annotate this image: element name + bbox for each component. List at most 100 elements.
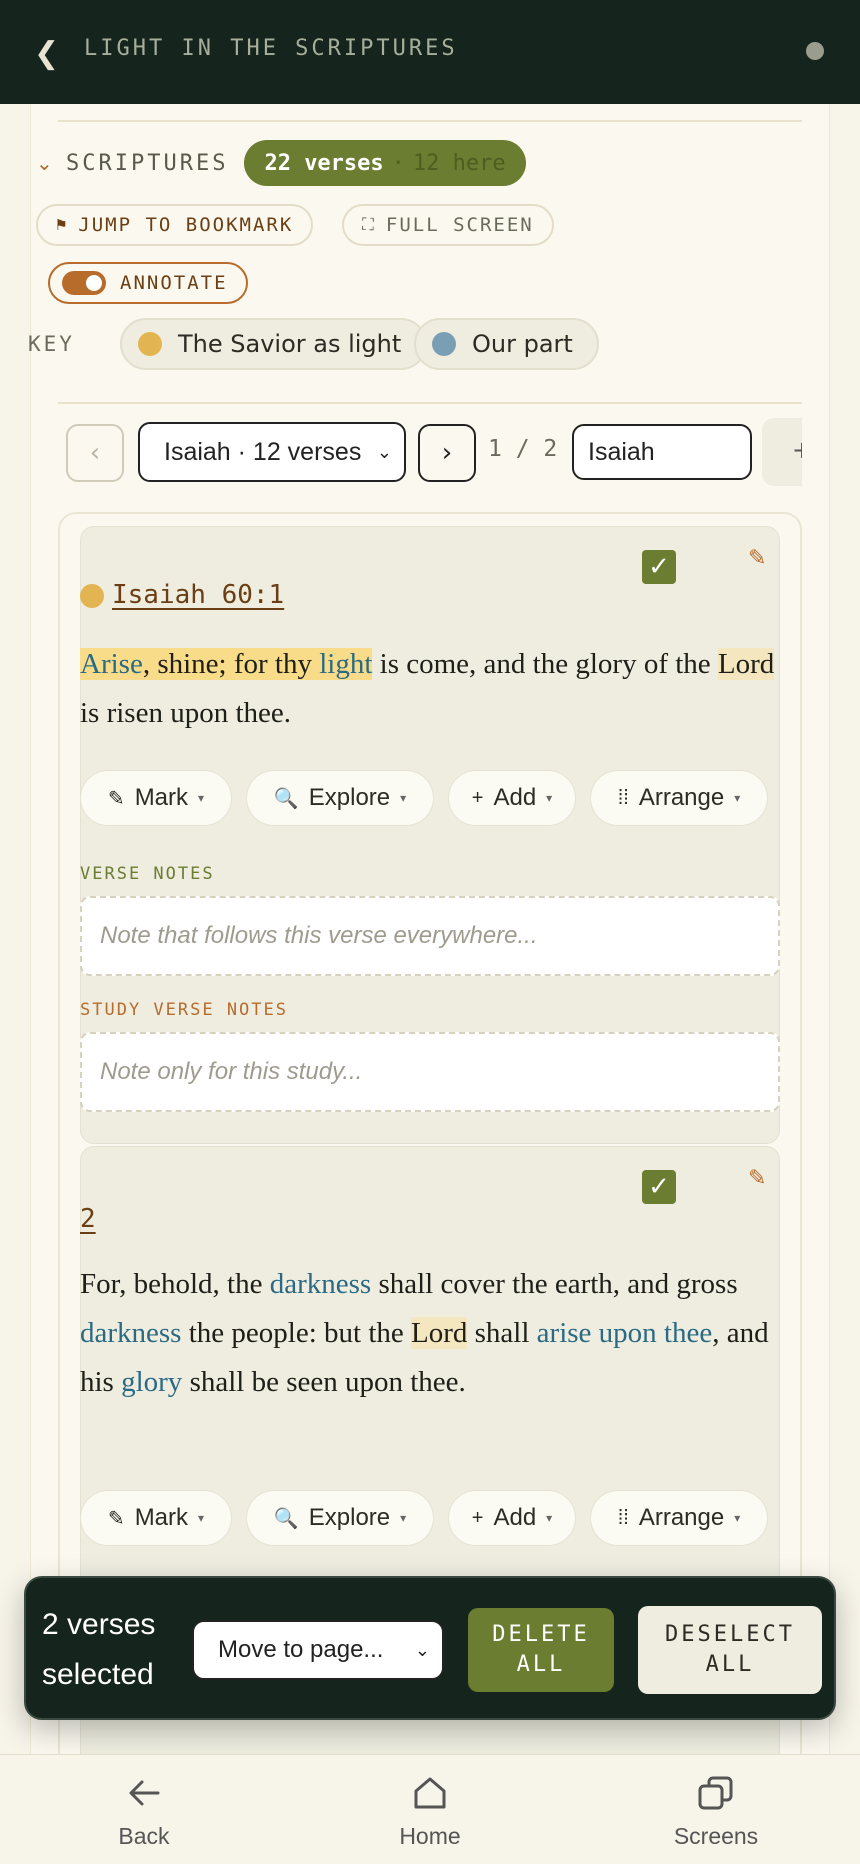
caret-down-icon: ▾ (546, 791, 553, 805)
selection-count: 2 verses selected (42, 1608, 156, 1691)
highlight-our-part[interactable]: darkness (80, 1317, 181, 1349)
screens-icon (698, 1776, 733, 1810)
prev-page-button[interactable]: ‹ (66, 424, 124, 482)
annotate-toggle[interactable]: ANNOTATE (48, 262, 248, 304)
explore-label: Explore (308, 784, 391, 811)
flag-icon: ⚑ (56, 215, 69, 235)
verse-notes-label: VERSE NOTES (80, 864, 215, 884)
highlight-our-part[interactable]: glory (121, 1366, 182, 1398)
nav-screens[interactable]: Screens (616, 1773, 816, 1850)
deselect-all-button[interactable]: DESELECT ALL (638, 1606, 822, 1694)
caret-down-icon: ▾ (546, 1511, 553, 1525)
section-title: SCRIPTURES (66, 150, 229, 176)
add-label: Add (493, 1504, 537, 1531)
pen-icon: ✎ (107, 787, 125, 810)
toggle-switch-icon[interactable] (62, 271, 106, 295)
verse-text-segment: the people: but the (181, 1317, 412, 1349)
chevron-down-icon[interactable]: ⌄ (36, 151, 66, 175)
verse-checkbox[interactable]: ✓ (642, 1170, 676, 1204)
add-button[interactable]: + Add ▾ (448, 770, 576, 826)
key-chip-savior-as-light[interactable]: The Savior as light (120, 318, 428, 370)
full-screen-label: FULL SCREEN (385, 214, 534, 236)
add-label: Add (493, 784, 537, 811)
fullscreen-icon: ⛶ (362, 215, 376, 235)
highlight-our-part[interactable]: arise upon thee (537, 1317, 713, 1349)
swatch-icon (138, 332, 162, 356)
highlight-savior[interactable]: Arise (80, 648, 143, 680)
jump-to-bookmark-button[interactable]: ⚑ JUMP TO BOOKMARK (36, 204, 314, 246)
arrange-button[interactable]: ⁞⁞ Arrange ▾ (590, 1490, 768, 1546)
nav-home[interactable]: Home (330, 1773, 530, 1850)
verse-text[interactable]: Arise, shine; for thy light is come, and… (80, 640, 780, 738)
plus-icon: + (471, 786, 484, 809)
explore-button[interactable]: 🔍 Explore ▾ (246, 1490, 434, 1546)
full-screen-button[interactable]: ⛶ FULL SCREEN (342, 204, 554, 246)
highlight-savior[interactable]: Lord (411, 1317, 468, 1349)
key-chip-label: The Savior as light (178, 330, 402, 358)
explore-label: Explore (308, 1504, 391, 1531)
mark-button[interactable]: ✎ Mark ▾ (80, 1490, 232, 1546)
delete-all-button[interactable]: DELETE ALL (468, 1608, 614, 1692)
mark-button[interactable]: ✎ Mark ▾ (80, 770, 232, 826)
nav-back-label: Back (118, 1823, 170, 1849)
caret-down-icon: ▾ (198, 1511, 205, 1525)
drag-handle-icon: ⁞⁞ (617, 1506, 629, 1529)
caret-down-icon: ▾ (400, 1511, 407, 1525)
chevron-down-icon: ⌄ (376, 441, 392, 462)
highlight-savior[interactable]: light (319, 648, 373, 680)
highlight-our-part[interactable]: darkness (270, 1268, 371, 1300)
key-chip-our-part[interactable]: Our part (414, 318, 599, 370)
edit-pencil-icon[interactable]: ✎ (748, 1166, 766, 1191)
verse-text[interactable]: For, behold, the darkness shall cover th… (80, 1260, 780, 1407)
plus-icon: + (471, 1506, 484, 1529)
home-icon (414, 1777, 446, 1809)
caret-down-icon: ▾ (400, 791, 407, 805)
page-name-input[interactable]: Isaiah (572, 424, 752, 480)
caret-down-icon: ▾ (734, 791, 741, 805)
page-counter: 1 / 2 (488, 436, 558, 462)
magnifier-icon: 🔍 (273, 787, 299, 810)
caret-down-icon: ▾ (734, 1511, 741, 1525)
move-to-page-select[interactable]: Move to page... ⌄ (192, 1620, 444, 1680)
verse-text-segment: is come, and the glory of the (372, 648, 718, 680)
verse-count-badge: 22 verses · 12 here (244, 140, 526, 186)
verse-reference[interactable]: Isaiah 60:1 (112, 580, 284, 610)
nav-back[interactable]: Back (44, 1773, 244, 1850)
arrange-button[interactable]: ⁞⁞ Arrange ▾ (590, 770, 768, 826)
key-label: KEY (28, 332, 75, 356)
divider (58, 120, 802, 122)
selection-action-bar: 2 verses selected Move to page... ⌄ DELE… (24, 1576, 836, 1720)
jump-to-bookmark-label: JUMP TO BOOKMARK (78, 214, 294, 236)
study-verse-notes-input[interactable]: Note only for this study... (80, 1032, 780, 1112)
explore-button[interactable]: 🔍 Explore ▾ (246, 770, 434, 826)
key-dot-icon (80, 584, 104, 608)
page-select[interactable]: Isaiah · 12 verses ⌄ (138, 422, 406, 482)
swatch-icon (432, 332, 456, 356)
verse-reference[interactable]: 2 (80, 1204, 96, 1234)
status-dot-icon[interactable] (806, 42, 824, 60)
highlight-savior[interactable]: , shine; for thy (142, 648, 320, 680)
verse-count-total: 22 verses (264, 150, 384, 176)
pen-icon: ✎ (107, 1507, 125, 1530)
page-title: LIGHT IN THE SCRIPTURES (84, 36, 458, 61)
scriptures-section-header[interactable]: ⌄ SCRIPTURES 22 verses · 12 here (36, 140, 526, 186)
page-select-value: Isaiah · 12 verses (164, 437, 362, 466)
verse-text-segment: shall cover the earth, and gross (371, 1268, 738, 1300)
back-chevron-icon[interactable]: ❮ (34, 36, 59, 71)
add-button[interactable]: + Add ▾ (448, 1490, 576, 1546)
next-page-button[interactable]: › (418, 424, 476, 482)
verse-text-segment: is risen upon thee. (80, 697, 292, 729)
key-chip-label: Our part (472, 330, 573, 358)
highlight-savior[interactable]: Lord (717, 648, 775, 680)
annotate-label: ANNOTATE (120, 272, 228, 294)
chevron-down-icon: ⌄ (414, 1639, 430, 1660)
verse-checkbox[interactable]: ✓ (642, 550, 676, 584)
verse-notes-input[interactable]: Note that follows this verse everywhere.… (80, 896, 780, 976)
mark-label: Mark (134, 784, 189, 811)
edit-pencil-icon[interactable]: ✎ (748, 546, 766, 571)
add-page-button[interactable]: + (762, 418, 802, 486)
arrange-label: Arrange (638, 1504, 725, 1531)
verse-text-segment: For, behold, the (80, 1268, 270, 1300)
top-app-bar: ❮ LIGHT IN THE SCRIPTURES (0, 0, 860, 104)
move-to-page-label: Move to page... (218, 1636, 384, 1663)
